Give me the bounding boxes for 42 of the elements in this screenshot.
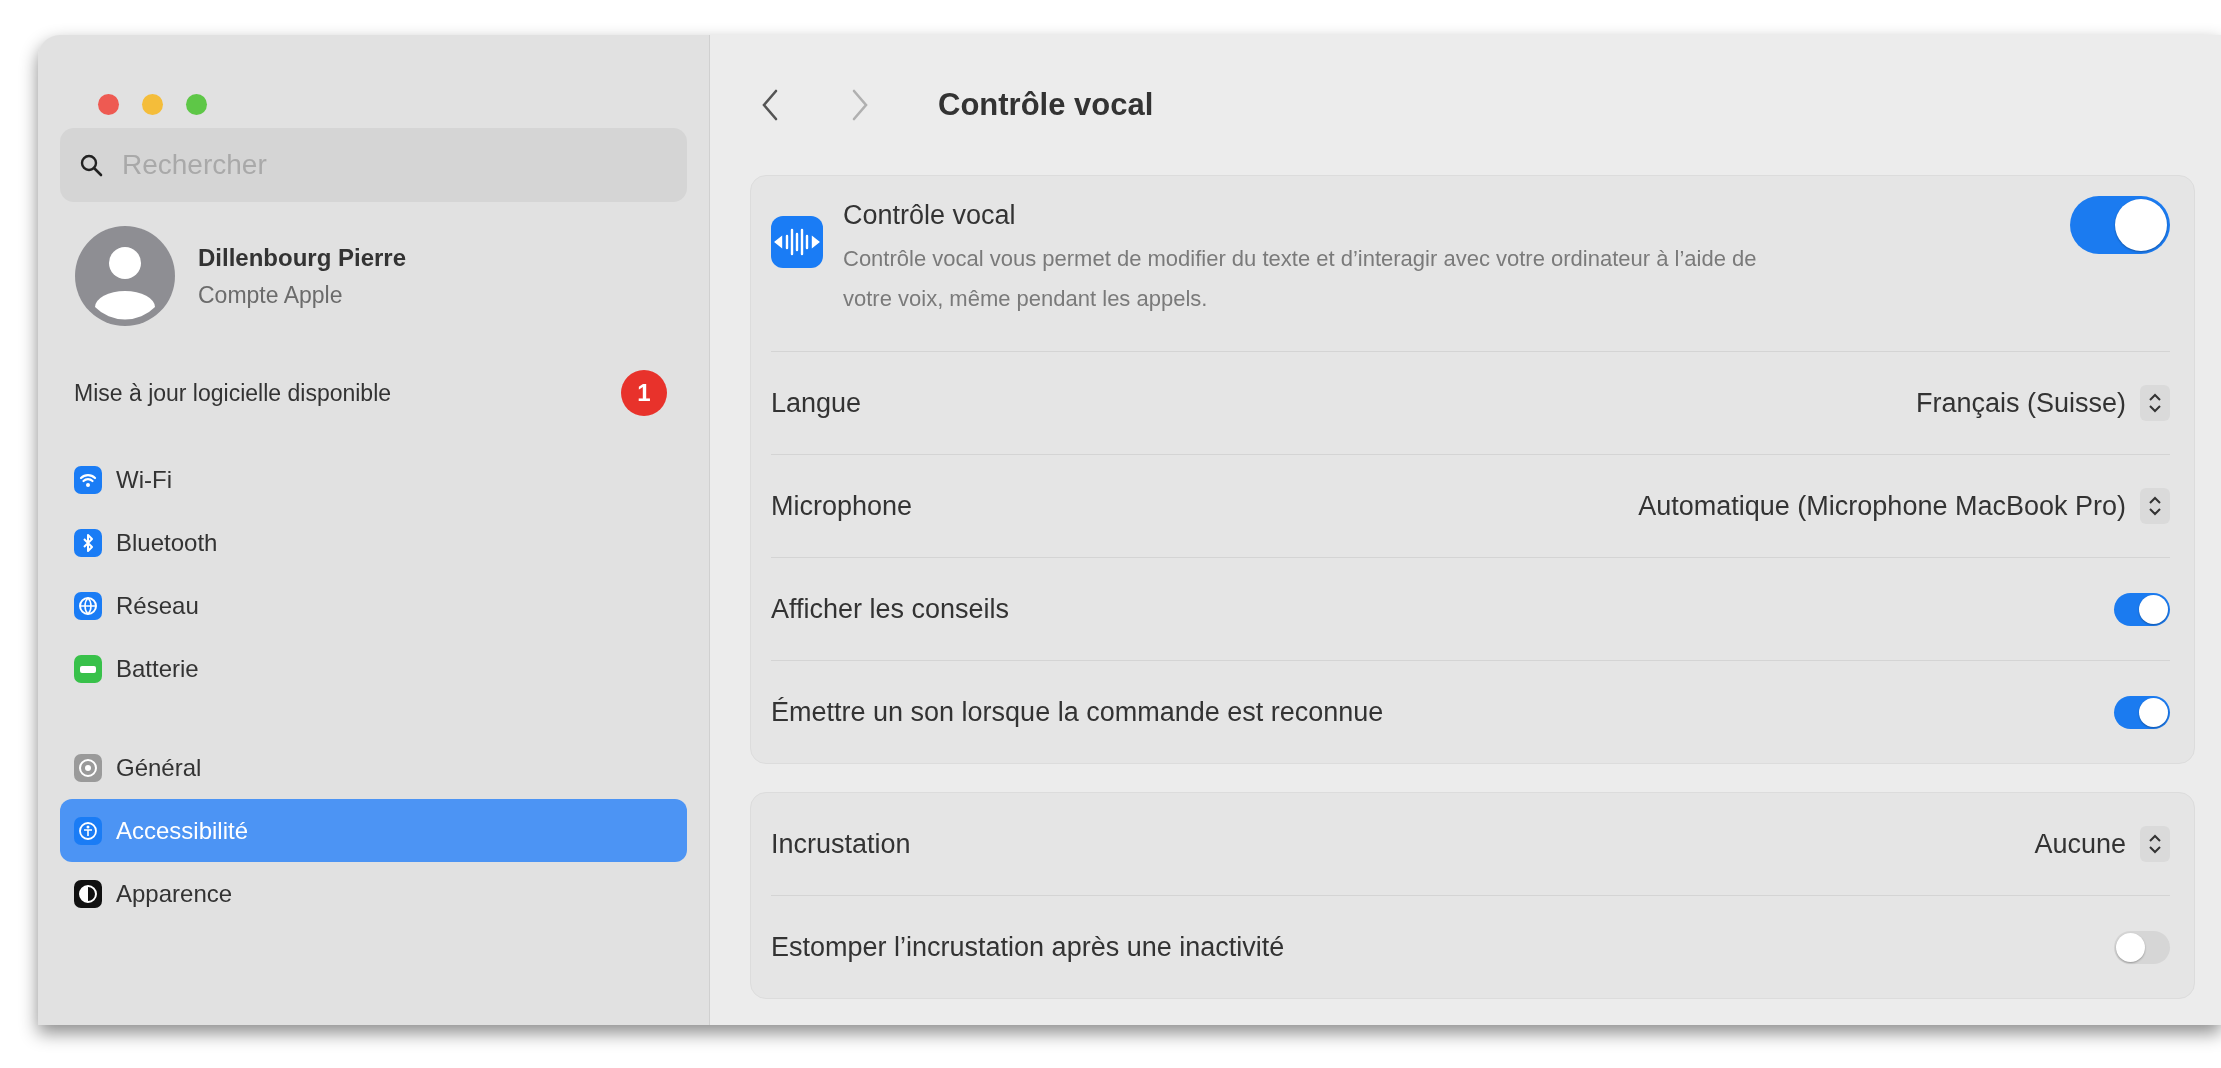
setting-label: Langue — [771, 387, 862, 419]
sidebar-item[interactable]: Apparence — [60, 862, 687, 925]
toggle-switch[interactable] — [2114, 695, 2170, 729]
popup-button[interactable]: Français (Suisse) — [1915, 385, 2170, 421]
search-icon — [78, 152, 104, 178]
setting-label: Émettre un son lorsque la commande est reconnue — [771, 696, 1384, 728]
avatar-icon — [74, 225, 176, 327]
toggle-switch[interactable] — [2114, 930, 2170, 964]
minimize-button[interactable] — [142, 94, 163, 115]
chevron-updown-icon — [2147, 832, 2163, 856]
popup-button[interactable]: Aucune — [2034, 826, 2170, 862]
accessibility-icon — [74, 816, 102, 845]
sidebar-item[interactable]: Général — [60, 736, 687, 799]
wifi-icon — [74, 465, 102, 494]
feature-title: Contrôle vocal — [843, 200, 1017, 231]
zoom-button[interactable] — [186, 94, 207, 115]
setting-label: Microphone — [771, 490, 913, 522]
gear-icon — [74, 753, 102, 782]
battery-icon — [74, 654, 102, 683]
voice-control-icon — [771, 216, 823, 268]
toggle-switch[interactable] — [2114, 592, 2170, 626]
close-button[interactable] — [98, 94, 119, 115]
bluetooth-icon — [74, 528, 102, 557]
popup-button[interactable]: Automatique (Microphone MacBook Pro) — [1638, 488, 2170, 524]
page-title: Contrôle vocal — [938, 87, 1154, 123]
setting-label: Incrustation — [771, 828, 911, 860]
account-subtitle: Compte Apple — [198, 281, 344, 309]
chevron-updown-icon — [2147, 391, 2163, 415]
sidebar-item[interactable]: Batterie — [60, 637, 687, 700]
contrast-icon — [74, 879, 102, 908]
sidebar-item[interactable]: Bluetooth — [60, 511, 687, 574]
setting-label: Afficher les conseils — [771, 593, 1010, 625]
sidebar-item[interactable]: Réseau — [60, 574, 687, 637]
globe-icon — [74, 591, 102, 620]
toggle-switch[interactable] — [2070, 196, 2170, 254]
chevron-updown-icon — [2147, 494, 2163, 518]
update-notice[interactable]: Mise à jour logicielle disponible — [74, 379, 392, 407]
sidebar-item[interactable]: Wi-Fi — [60, 448, 687, 511]
setting-label: Estomper l’incrustation après une inactivité — [771, 931, 1285, 963]
count-badge: 1 — [621, 370, 667, 416]
feature-description: Contrôle vocal vous permet de modifier du texte et d’interagir avec votre ordinateur à l’aide de votre voix, même pendant les appels. — [843, 245, 1758, 313]
account-name: Dillenbourg Pierre — [198, 243, 407, 272]
